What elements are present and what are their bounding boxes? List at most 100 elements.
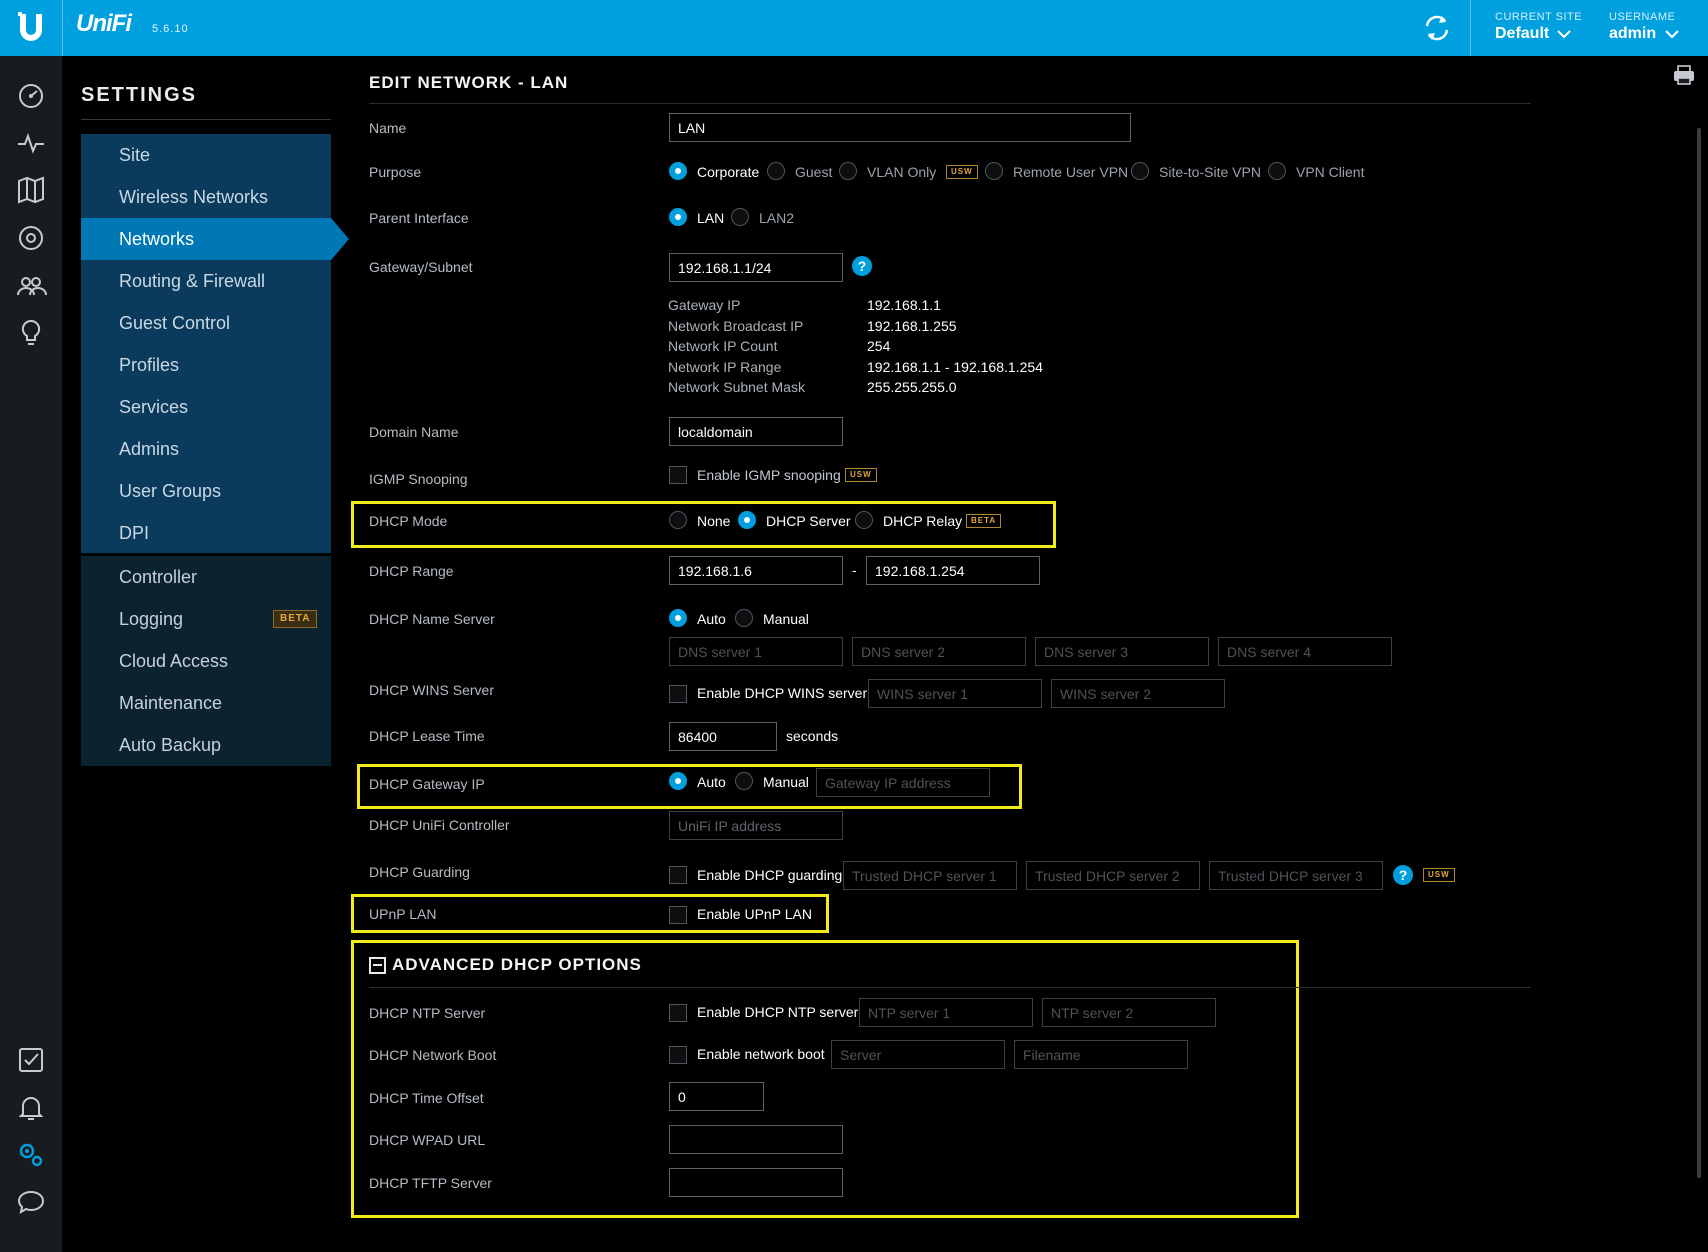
parent-lan-radio[interactable] — [669, 208, 687, 226]
igmp-snooping-checkbox[interactable] — [669, 466, 687, 484]
divider — [62, 0, 63, 56]
nav-item-user-groups[interactable]: User Groups — [81, 470, 331, 512]
dns-server-2-input[interactable] — [852, 637, 1026, 666]
refresh-icon[interactable] — [1420, 12, 1454, 44]
insights-icon[interactable] — [15, 317, 47, 349]
tftp-server-label: DHCP TFTP Server — [369, 1175, 492, 1191]
parent-lan2-radio[interactable] — [731, 208, 749, 226]
gateway-manual-radio[interactable] — [735, 772, 753, 790]
dns-server-4-input[interactable] — [1218, 637, 1392, 666]
controller-ip-input[interactable] — [669, 811, 843, 840]
chat-icon[interactable] — [15, 1186, 47, 1218]
settings-title: SETTINGS — [81, 84, 198, 106]
dhcp-range-label: DHCP Range — [369, 563, 454, 579]
nav-item-controller[interactable]: Controller — [81, 556, 331, 598]
settings-nav-secondary: Controller Logging BETA Cloud Access Mai… — [81, 556, 331, 766]
nav-item-services[interactable]: Services — [81, 386, 331, 428]
current-site-dropdown[interactable]: CURRENT SITE Default — [1495, 11, 1585, 47]
scrollbar[interactable] — [1697, 128, 1701, 1178]
settings-icon[interactable] — [15, 1139, 47, 1171]
nav-item-site[interactable]: Site — [81, 134, 331, 176]
nav-item-admins[interactable]: Admins — [81, 428, 331, 470]
wins-server-2-input[interactable] — [1051, 679, 1225, 708]
network-boot-checkbox[interactable] — [669, 1046, 687, 1064]
ntp-server-2-input[interactable] — [1042, 998, 1216, 1027]
beta-tag: BETA — [966, 514, 1002, 528]
upnp-checkbox[interactable] — [669, 906, 687, 924]
tftp-server-input[interactable] — [669, 1168, 843, 1197]
lease-time-input[interactable] — [669, 722, 777, 751]
wins-checkbox[interactable] — [669, 685, 687, 703]
parent-lan-label: LAN — [697, 210, 725, 226]
dhcp-mode-relay-radio[interactable] — [855, 511, 873, 529]
boot-server-input[interactable] — [831, 1040, 1005, 1069]
trusted-dhcp-2-input[interactable] — [1026, 861, 1200, 890]
boot-filename-input[interactable] — [1014, 1040, 1188, 1069]
gateway-ip-input[interactable] — [816, 768, 990, 797]
help-icon[interactable]: ? — [1393, 865, 1413, 885]
nav-item-dpi[interactable]: DPI — [81, 512, 331, 554]
dashboard-icon[interactable] — [15, 80, 47, 112]
clients-icon[interactable] — [15, 270, 47, 302]
advanced-dhcp-title[interactable]: ADVANCED DHCP OPTIONS — [392, 955, 642, 975]
map-icon[interactable] — [15, 174, 47, 206]
purpose-vpn-client-radio[interactable] — [1268, 162, 1286, 180]
dhcp-mode-none-radio[interactable] — [669, 511, 687, 529]
nav-item-logging[interactable]: Logging BETA — [81, 598, 331, 640]
nav-item-wireless-networks[interactable]: Wireless Networks — [81, 176, 331, 218]
wins-server-1-input[interactable] — [868, 679, 1042, 708]
purpose-site-to-site-vpn-label: Site-to-Site VPN — [1159, 164, 1261, 180]
name-server-manual-radio[interactable] — [735, 609, 753, 627]
name-input[interactable] — [669, 113, 1131, 142]
devices-icon[interactable] — [15, 222, 47, 254]
collapse-icon[interactable] — [369, 957, 386, 974]
nav-item-networks[interactable]: Networks — [81, 218, 331, 260]
nav-item-maintenance[interactable]: Maintenance — [81, 682, 331, 724]
dhcp-range-end-input[interactable] — [866, 556, 1040, 585]
purpose-vlan-only-radio[interactable] — [839, 162, 857, 180]
range-separator: - — [852, 562, 857, 578]
ubiquiti-logo-icon[interactable] — [16, 10, 46, 46]
ntp-server-label: DHCP NTP Server — [369, 1005, 486, 1021]
nav-item-guest-control[interactable]: Guest Control — [81, 302, 331, 344]
trusted-dhcp-1-input[interactable] — [843, 861, 1017, 890]
nav-item-cloud-access[interactable]: Cloud Access — [81, 640, 331, 682]
active-nav-indicator — [331, 218, 349, 260]
top-bar: UniFi 5.6.10 CURRENT SITE Default USERNA… — [0, 0, 1708, 56]
print-icon[interactable] — [1672, 64, 1696, 86]
ntp-checkbox[interactable] — [669, 1004, 687, 1022]
dhcp-wins-label: DHCP WINS Server — [369, 682, 494, 698]
usw-tag: USW — [845, 468, 877, 482]
dhcp-mode-server-radio[interactable] — [738, 511, 756, 529]
gateway-subnet-input[interactable] — [669, 253, 843, 282]
dns-server-1-input[interactable] — [669, 637, 843, 666]
beta-badge: BETA — [273, 610, 318, 628]
nav-item-auto-backup[interactable]: Auto Backup — [81, 724, 331, 766]
wpad-url-input[interactable] — [669, 1125, 843, 1154]
purpose-corporate-radio[interactable] — [669, 162, 687, 180]
purpose-guest-radio[interactable] — [767, 162, 785, 180]
time-offset-input[interactable] — [669, 1082, 764, 1111]
purpose-corporate-label: Corporate — [697, 164, 760, 180]
help-icon[interactable]: ? — [852, 256, 872, 276]
purpose-remote-user-vpn-radio[interactable] — [985, 162, 1003, 180]
nav-item-routing-firewall[interactable]: Routing & Firewall — [81, 260, 331, 302]
ip-count-key: Network IP Count — [668, 338, 778, 354]
username-dropdown[interactable]: USERNAME admin — [1609, 11, 1689, 47]
dns-server-3-input[interactable] — [1035, 637, 1209, 666]
version-label: 5.6.10 — [152, 23, 189, 35]
ntp-server-1-input[interactable] — [859, 998, 1033, 1027]
name-server-auto-radio[interactable] — [669, 609, 687, 627]
purpose-site-to-site-vpn-radio[interactable] — [1131, 162, 1149, 180]
guarding-checkbox-label: Enable DHCP guarding — [697, 867, 843, 883]
trusted-dhcp-3-input[interactable] — [1209, 861, 1383, 890]
alerts-icon[interactable] — [15, 1092, 47, 1124]
dhcp-range-start-input[interactable] — [669, 556, 843, 585]
statistics-icon[interactable] — [15, 127, 47, 159]
name-server-auto-label: Auto — [697, 611, 726, 627]
events-icon[interactable] — [15, 1044, 47, 1076]
nav-item-profiles[interactable]: Profiles — [81, 344, 331, 386]
domain-name-input[interactable] — [669, 417, 843, 446]
gateway-auto-radio[interactable] — [669, 772, 687, 790]
guarding-checkbox[interactable] — [669, 866, 687, 884]
